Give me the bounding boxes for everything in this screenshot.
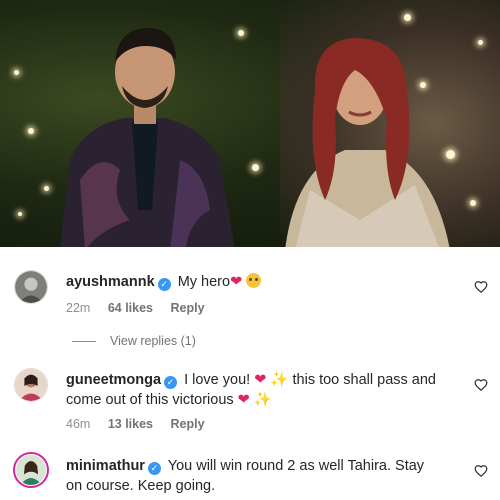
pleading-face-emoji-icon (246, 273, 262, 288)
comment-time: 22m (66, 301, 91, 315)
person-woman (285, 38, 450, 247)
like-heart-icon[interactable] (474, 464, 488, 478)
bokeh-light (470, 200, 476, 206)
avatar-with-story-ring[interactable] (13, 452, 49, 488)
avatar-image-icon (15, 369, 47, 401)
comment-time: 46m (66, 417, 91, 431)
comment-username[interactable]: minimathur (66, 458, 145, 474)
verified-badge-icon: ✓ (147, 462, 161, 475)
comment-text: ayushmannk ✓ My hero❤ (66, 272, 438, 292)
comment-meta: 46m 13 likes Reply (66, 417, 219, 431)
heart-emoji-icon: ❤ (237, 392, 250, 408)
comment-meta: 22m 64 likes Reply (66, 301, 219, 315)
avatar[interactable] (14, 368, 48, 402)
heart-emoji-icon: ❤ (254, 372, 267, 388)
comment-text: minimathur ✓ You will win round 2 as well… (66, 456, 438, 496)
like-heart-icon[interactable] (474, 280, 488, 294)
heart-emoji-icon: ❤ (230, 274, 243, 290)
divider (72, 341, 96, 343)
comment-text: guneetmonga ✓ I love you! ❤ ✨ this too sh… (66, 370, 438, 410)
bokeh-light (28, 128, 34, 134)
avatar[interactable] (14, 270, 48, 304)
like-heart-icon[interactable] (474, 378, 488, 392)
verified-badge-icon: ✓ (157, 278, 171, 291)
reply-button[interactable]: Reply (170, 417, 204, 431)
avatar-image-icon (16, 455, 46, 485)
post-photo[interactable] (0, 0, 500, 247)
person-man (60, 28, 235, 247)
verified-badge-icon: ✓ (164, 376, 178, 389)
comment-likes[interactable]: 13 likes (108, 417, 153, 431)
bokeh-light (14, 70, 19, 75)
view-replies-label: View replies (1) (110, 334, 196, 348)
view-replies-button[interactable]: View replies (1) (72, 334, 196, 348)
sparkles-emoji-icon: ✨ (253, 392, 272, 408)
bokeh-light (18, 212, 22, 216)
comment-body: I love you! (184, 372, 251, 388)
bokeh-light (478, 40, 483, 45)
avatar-image-icon (15, 271, 47, 303)
sparkles-emoji-icon: ✨ (270, 372, 289, 388)
comment-likes[interactable]: 64 likes (108, 301, 153, 315)
comment-username[interactable]: ayushmannk (66, 274, 155, 290)
reply-button[interactable]: Reply (170, 301, 204, 315)
comment-username[interactable]: guneetmonga (66, 372, 161, 388)
comment-body: My hero (177, 274, 231, 290)
